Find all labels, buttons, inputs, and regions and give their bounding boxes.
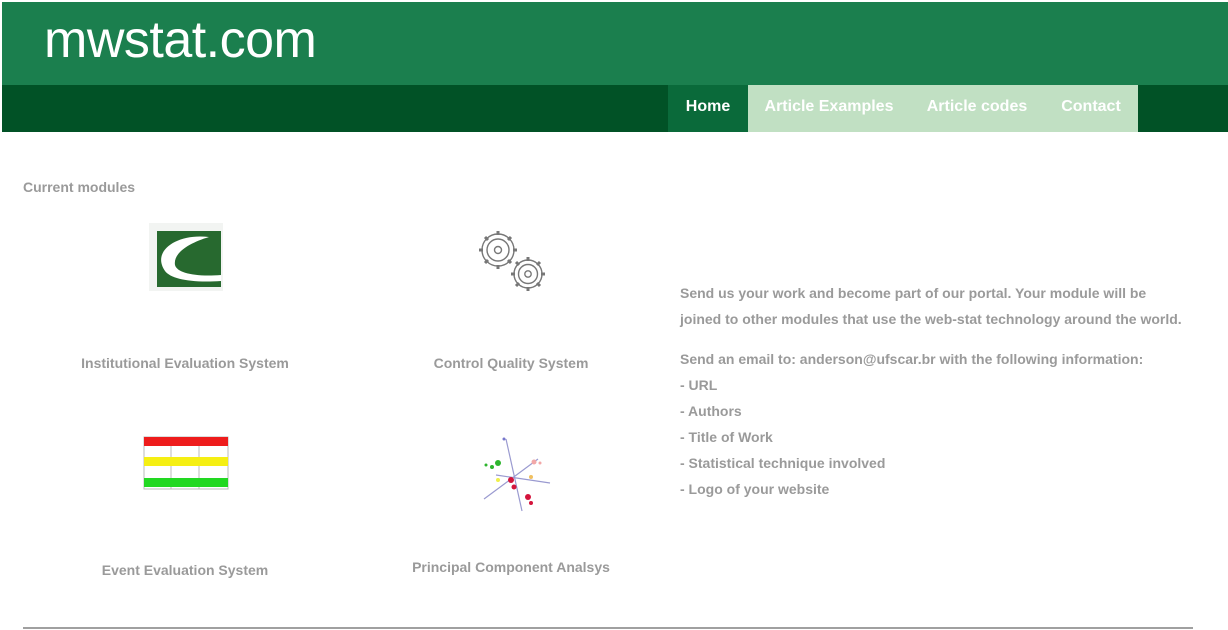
institutional-logo-icon[interactable]	[147, 223, 225, 291]
module-label: Institutional Evaluation System	[81, 355, 289, 371]
nav-contact[interactable]: Contact	[1044, 85, 1138, 132]
intro-line-1: Send us your work and become part of our…	[680, 285, 1147, 301]
current-modules-heading: Current modules	[23, 179, 136, 195]
navbar: Home Article Examples Article codes Cont…	[2, 85, 1228, 132]
nav-article-examples[interactable]: Article Examples	[748, 85, 910, 132]
nav-article-codes[interactable]: Article codes	[910, 85, 1044, 132]
list-item-logo: - Logo of your website	[680, 481, 830, 497]
nav-home[interactable]: Home	[668, 85, 748, 132]
site-header: mwstat.com Home Article Examples Article…	[2, 2, 1228, 132]
module-label: Principal Component Analsys	[412, 559, 610, 575]
footer-divider	[23, 627, 1193, 629]
module-control-quality[interactable]: Control Quality System	[386, 220, 636, 380]
module-event-evaluation[interactable]: Event Evaluation System	[60, 425, 310, 585]
intro-line-2: joined to other modules that use the web…	[680, 311, 1182, 327]
module-label: Control Quality System	[433, 355, 589, 371]
email-instructions: Send an email to: anderson@ufscar.br wit…	[680, 351, 1144, 367]
gears-icon[interactable]	[476, 228, 550, 296]
list-item-title: - Title of Work	[680, 429, 773, 445]
list-item-technique: - Statistical technique involved	[680, 455, 886, 471]
pca-scatter-icon[interactable]	[476, 435, 556, 515]
list-item-authors: - Authors	[680, 403, 742, 419]
module-pca[interactable]: Principal Component Analsys	[386, 425, 636, 585]
traffic-bars-icon[interactable]	[143, 435, 229, 491]
site-title[interactable]: mwstat.com	[44, 10, 317, 70]
module-label: Event Evaluation System	[101, 562, 269, 578]
module-institutional[interactable]: Institutional Evaluation System	[60, 220, 310, 380]
list-item-url: - URL	[680, 377, 718, 393]
